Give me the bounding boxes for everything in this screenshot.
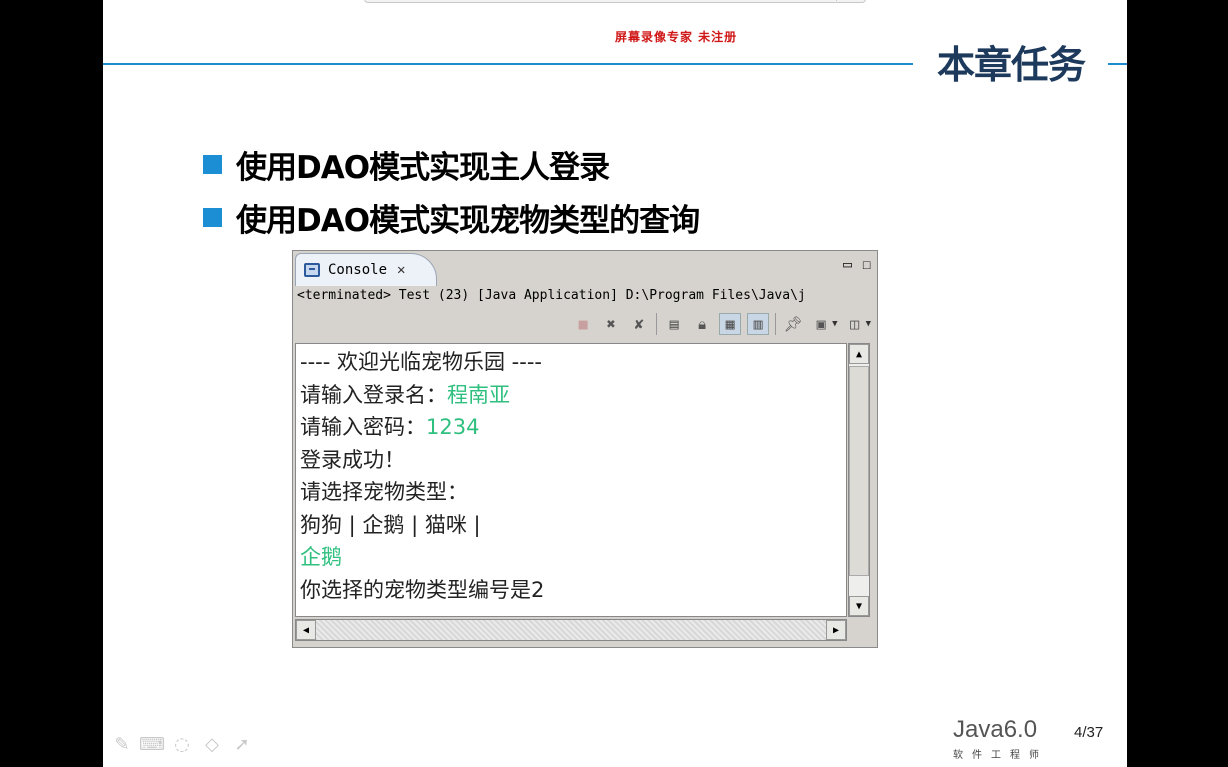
close-icon[interactable]: ✕ xyxy=(397,262,405,278)
page-number: 4/37 xyxy=(1074,724,1104,741)
tab-console-label: Console xyxy=(328,262,388,278)
header-rule xyxy=(103,63,913,65)
maximize-icon[interactable]: ☐ xyxy=(862,255,871,273)
view-window-buttons: ▭ ☐ xyxy=(843,255,871,273)
bullet-item: 使用DAO模式实现主人登录 xyxy=(203,142,610,186)
bullet-square-icon xyxy=(203,154,222,174)
chevron-down-icon[interactable]: ▼ xyxy=(866,319,871,329)
user-input-text: 企鹅 xyxy=(300,545,342,569)
pin-console-icon[interactable]: 📌︎ xyxy=(782,313,804,335)
bullet-text: 使用DAO模式实现宠物类型的查询 xyxy=(236,202,700,239)
annotation-toolbar: ✎ ⌨ ◌ ◇ ➚ xyxy=(111,732,253,756)
toolbar-separator xyxy=(656,313,658,335)
terminate-icon[interactable]: ■ xyxy=(572,313,594,335)
scroll-up-icon[interactable]: ▲ xyxy=(849,344,869,364)
console-line: 请选择宠物类型： xyxy=(300,480,468,504)
user-input-text: 程南亚 xyxy=(447,382,510,407)
slideshow-control-knob[interactable] xyxy=(836,0,865,1)
console-output[interactable]: ---- 欢迎光临宠物乐园 ---- 请输入登录名：程南亚 请输入密码：1234… xyxy=(295,343,847,617)
brand-subtitle: 软件工程师 xyxy=(953,750,1048,761)
console-line: 你选择的宠物类型编号是2 xyxy=(300,577,545,602)
remove-launch-icon[interactable]: ✖ xyxy=(600,313,622,335)
bullet-text: 使用DAO模式实现主人登录 xyxy=(236,149,610,186)
scroll-down-icon[interactable]: ▼ xyxy=(849,596,869,616)
bullet-item: 使用DAO模式实现宠物类型的查询 xyxy=(203,195,700,239)
slideshow-control-bar[interactable] xyxy=(364,0,866,3)
slide: 屏幕录像专家 未注册 本章任务 使用DAO模式实现主人登录 使用DAO模式实现宠… xyxy=(103,0,1127,767)
recorder-watermark: 屏幕录像专家 未注册 xyxy=(615,30,738,44)
scroll-lock-icon[interactable]: 🔒︎ xyxy=(691,313,713,335)
display-console-icon[interactable]: ▣ xyxy=(810,313,832,335)
console-icon xyxy=(304,263,320,277)
scroll-left-icon[interactable]: ◀ xyxy=(296,620,316,640)
brand-name: Java6.0 xyxy=(953,716,1038,743)
console-status-line: <terminated> Test (23) [Java Application… xyxy=(297,288,806,303)
show-on-stderr-icon[interactable]: ▥ xyxy=(747,313,770,335)
prompt-text: 请输入密码： xyxy=(300,415,426,439)
console-toolbar: ■ ✖ ✘ ▤ 🔒︎ ▦ ▥ 📌︎ ▣ ▼ ◫ ▼ xyxy=(572,311,871,337)
console-line: 狗狗 | 企鹅 | 猫咪 | xyxy=(300,512,481,537)
scroll-right-icon[interactable]: ▶ xyxy=(826,620,846,640)
clear-console-icon[interactable]: ▤ xyxy=(663,313,685,335)
tab-console[interactable]: Console ✕ xyxy=(295,253,437,286)
console-line: ---- 欢迎光临宠物乐园 ---- xyxy=(300,350,542,374)
show-on-stdout-icon[interactable]: ▦ xyxy=(719,313,742,335)
pen-icon[interactable]: ✎ xyxy=(111,732,133,756)
brand-logo: Java6.0 软件工程师 xyxy=(953,716,1048,761)
console-line: 请输入登录名：程南亚 xyxy=(300,379,846,412)
console-line: 请输入密码：1234 xyxy=(300,411,846,444)
console-view: Console ✕ ▭ ☐ <terminated> Test (23) [Ja… xyxy=(292,250,878,648)
chapter-title: 本章任务 xyxy=(937,43,1086,87)
eraser-icon[interactable]: ◌ xyxy=(171,732,193,756)
pointer-icon[interactable]: ➚ xyxy=(231,732,253,756)
user-input-text: 1234 xyxy=(426,415,480,439)
scroll-thumb[interactable] xyxy=(849,366,869,576)
open-console-icon[interactable]: ◫ xyxy=(844,313,866,335)
console-line: 登录成功！ xyxy=(300,447,405,472)
console-tabstrip: Console ✕ ▭ ☐ xyxy=(293,251,877,286)
toolbar-separator xyxy=(775,313,777,335)
bullet-square-icon xyxy=(203,207,222,227)
chevron-down-icon[interactable]: ▼ xyxy=(832,319,837,329)
remove-all-terminated-icon[interactable]: ✘ xyxy=(628,313,650,335)
minimize-icon[interactable]: ▭ xyxy=(843,255,852,273)
header-rule-end xyxy=(1108,63,1127,65)
vertical-scrollbar[interactable]: ▲ ▼ xyxy=(848,343,870,617)
highlighter-icon[interactable]: ◇ xyxy=(201,732,223,756)
keyboard-icon[interactable]: ⌨ xyxy=(139,732,165,756)
prompt-text: 请输入登录名： xyxy=(300,382,447,407)
horizontal-scrollbar[interactable]: ◀ ▶ xyxy=(295,619,847,641)
